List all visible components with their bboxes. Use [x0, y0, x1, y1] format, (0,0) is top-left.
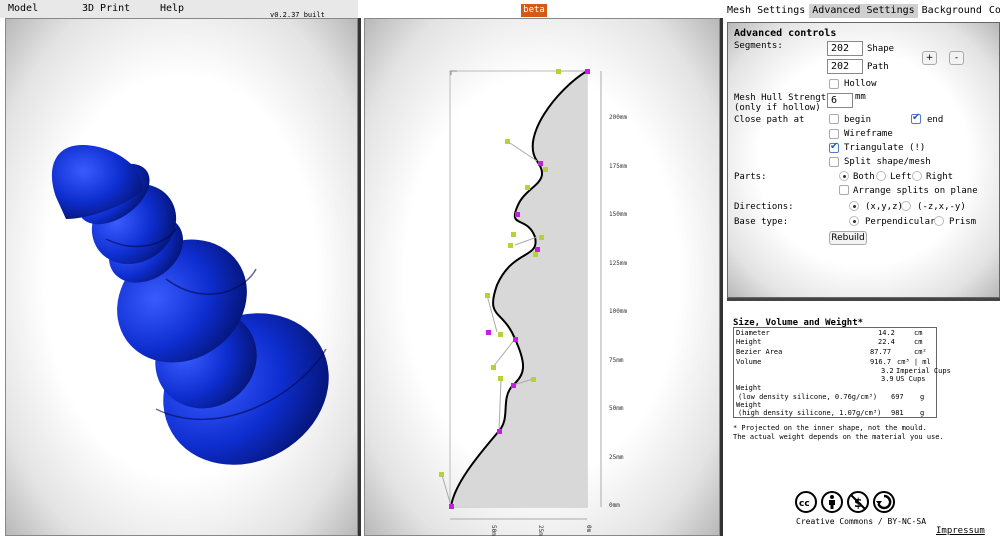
- 3d-model-render: [51, 144, 329, 465]
- tab-background[interactable]: Background: [919, 4, 985, 18]
- close-end-checkbox[interactable]: [911, 112, 921, 124]
- directions-label: Directions:: [734, 202, 794, 212]
- parts-left-label: Left: [890, 172, 912, 182]
- share-alike-icon: [873, 491, 895, 513]
- y-tick-label: 100mm: [609, 308, 627, 315]
- shape-label: Shape: [867, 44, 895, 54]
- 2d-editor-border: [720, 18, 723, 536]
- parts-label: Parts:: [734, 172, 767, 182]
- close-begin-checkbox[interactable]: [829, 114, 839, 124]
- close-end-label: end: [927, 115, 944, 125]
- y-tick-label: 0mm: [609, 502, 620, 509]
- x-tick-label: 0m: [585, 525, 592, 533]
- segments-label: Segments:: [734, 41, 783, 51]
- y-tick-label: 75mm: [609, 357, 624, 364]
- hollow-label: Hollow: [844, 79, 877, 89]
- parts-left-radio[interactable]: [876, 171, 886, 181]
- y-tick-label: 125mm: [609, 260, 627, 267]
- split-checkbox[interactable]: [829, 157, 839, 167]
- parts-both-label: Both: [853, 172, 875, 182]
- decrease-segments-button[interactable]: -: [949, 51, 964, 65]
- arrange-splits-checkbox[interactable]: [839, 185, 849, 195]
- close-begin-label: begin: [844, 115, 872, 125]
- direction-zxy-label: (-z,x,-y): [917, 202, 966, 212]
- shape-segments-input[interactable]: 202: [827, 41, 863, 56]
- by-attribution-icon: [821, 491, 843, 513]
- split-label: Split shape/mesh: [844, 157, 931, 167]
- base-type-label: Base type:: [734, 217, 789, 227]
- hull-unit-label: mm: [855, 92, 866, 102]
- tab-advanced-settings[interactable]: Advanced Settings: [809, 4, 918, 18]
- 3d-viewport-border: [358, 18, 361, 536]
- menu-model[interactable]: Model: [8, 3, 38, 14]
- tab-colors[interactable]: Colo: [986, 4, 1000, 18]
- triangulate-checkbox[interactable]: [829, 141, 839, 153]
- non-commercial-icon: $: [847, 491, 869, 513]
- rebuild-button[interactable]: Rebuild: [829, 231, 867, 245]
- close-path-label: Close path at: [734, 115, 805, 125]
- 3d-viewport[interactable]: [5, 18, 358, 536]
- y-tick-label: 200mm: [609, 114, 627, 121]
- menu-help[interactable]: Help: [160, 3, 184, 14]
- panel-shadow: [727, 298, 1000, 301]
- wireframe-label: Wireframe: [844, 129, 893, 139]
- size-footnote: * Projected on the inner shape, not the …: [733, 424, 944, 441]
- beta-badge: beta: [521, 4, 547, 17]
- cc-license-icons[interactable]: cc $: [795, 491, 895, 515]
- y-tick-label: 150mm: [609, 211, 627, 218]
- hull-strength-input[interactable]: 6: [827, 93, 853, 108]
- wireframe-checkbox[interactable]: [829, 129, 839, 139]
- y-tick-label: 25mm: [609, 454, 624, 461]
- y-tick-label: 175mm: [609, 163, 627, 170]
- path-label: Path: [867, 62, 889, 72]
- impressum-link[interactable]: Impressum: [936, 526, 985, 536]
- size-volume-weight-table: Diameter 14.2 cm Height 22.4 cm Bezier A…: [733, 327, 951, 418]
- license-text: Creative Commons / BY-NC-SA: [796, 517, 927, 526]
- direction-zxy-radio[interactable]: [901, 201, 911, 211]
- parts-right-label: Right: [926, 172, 954, 182]
- advanced-controls-panel: Advanced controls Segments: 202 Shape 20…: [727, 22, 1000, 298]
- parts-both-radio[interactable]: [839, 171, 849, 181]
- profile-canvas[interactable]: 0mm 25mm 50mm 75mm 100mm 125mm 150mm 175…: [365, 19, 721, 536]
- settings-tabs: Mesh Settings Advanced Settings Background…: [724, 4, 1000, 18]
- svg-text:cc: cc: [799, 499, 810, 509]
- base-prism-radio[interactable]: [934, 216, 944, 226]
- arrange-splits-label: Arrange splits on plane: [853, 186, 978, 196]
- tab-mesh-settings[interactable]: Mesh Settings: [724, 4, 808, 18]
- base-perpendicular-radio[interactable]: [849, 216, 859, 226]
- hollow-checkbox[interactable]: [829, 79, 839, 89]
- triangulate-label: Triangulate (!): [844, 143, 926, 153]
- hull-strength-label: Mesh Hull Strength:: [734, 93, 837, 103]
- x-tick-label: 50m: [490, 525, 497, 536]
- 2d-profile-editor[interactable]: 0mm 25mm 50mm 75mm 100mm 125mm 150mm 175…: [364, 18, 720, 536]
- panel-title: Advanced controls: [734, 28, 837, 39]
- base-prism-label: Prism: [949, 217, 977, 227]
- y-tick-label: 50mm: [609, 405, 624, 412]
- parts-right-radio[interactable]: [912, 171, 922, 181]
- top-menu-bar: Model 3D Print Help v0.2.37 built 201407…: [0, 0, 358, 27]
- direction-xyz-label: (x,y,z): [865, 202, 903, 212]
- x-tick-label: 25m: [537, 525, 544, 536]
- path-segments-input[interactable]: 202: [827, 59, 863, 74]
- cc-icon: cc: [795, 491, 817, 513]
- profile-fill: [451, 71, 587, 506]
- hull-strength-hint: (only if hollow): [734, 103, 821, 113]
- menu-3d-print[interactable]: 3D Print: [82, 3, 130, 14]
- direction-xyz-radio[interactable]: [849, 201, 859, 211]
- base-perpendicular-label: Perpendicular: [865, 217, 936, 227]
- increase-segments-button[interactable]: +: [922, 51, 937, 65]
